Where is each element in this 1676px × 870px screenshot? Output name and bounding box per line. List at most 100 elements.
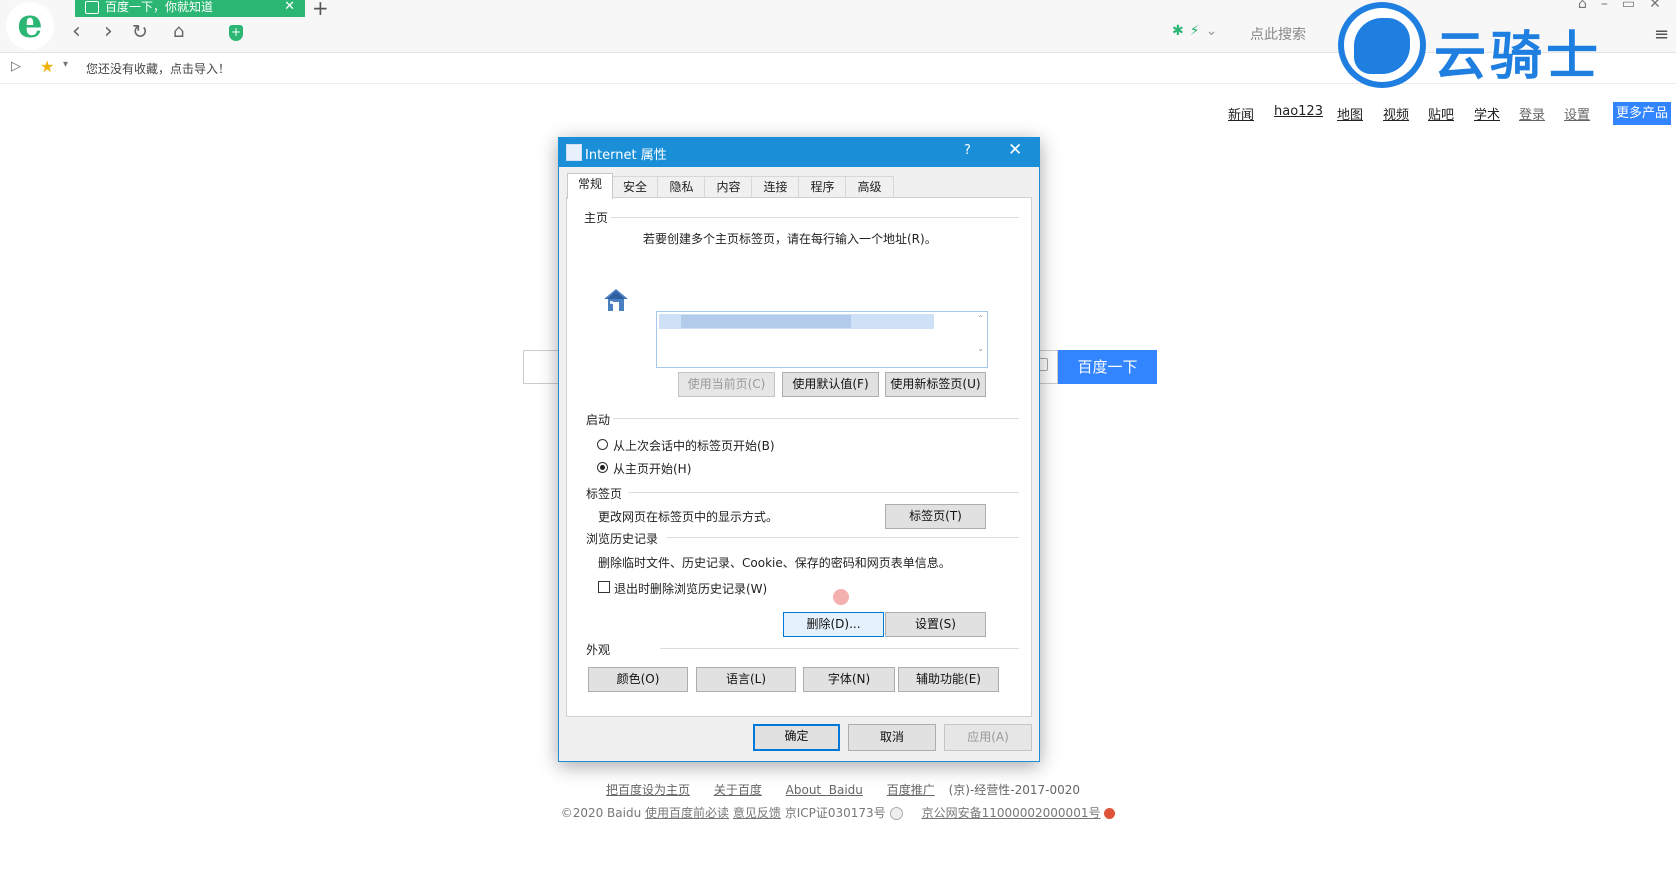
use-default-button[interactable]: 使用默认值(F): [782, 372, 879, 397]
radio-last-session[interactable]: [597, 439, 608, 450]
colors-button[interactable]: 颜色(O): [588, 667, 688, 692]
internet-options-icon: [566, 144, 582, 161]
history-settings-button[interactable]: 设置(S): [885, 612, 986, 637]
location-pin-icon: [889, 807, 903, 820]
footer-link-feedback[interactable]: 意见反馈: [733, 806, 781, 820]
delete-on-exit-label[interactable]: 退出时删除浏览历史记录(W): [614, 580, 767, 597]
favorites-star-icon[interactable]: ★: [40, 57, 54, 76]
footer-link-about-en[interactable]: About Baidu: [786, 783, 863, 797]
police-record-link[interactable]: 京公网安备11000002000001号: [922, 806, 1101, 820]
mouse-cursor-indicator: [833, 589, 849, 605]
delete-history-button[interactable]: 删除(D)...: [783, 612, 884, 637]
help-icon[interactable]: ?: [964, 143, 971, 158]
bookmarks-bar: ▷ ★ ▾ 您还没有收藏，点击导入！: [0, 53, 1676, 84]
appearance-heading: 外观: [586, 643, 611, 657]
toolbar-right-icons: ✱ ⚡ ⌄: [1172, 23, 1223, 39]
textarea-scrollbar[interactable]: ⌃ ⌄: [977, 314, 984, 354]
tab-title: 百度一下，你就知道: [105, 0, 214, 14]
footer-link-set-homepage[interactable]: 把百度设为主页: [606, 783, 690, 797]
use-new-tab-button[interactable]: 使用新标签页(U): [885, 372, 986, 397]
home-tab-icon: [85, 1, 99, 14]
home-icon[interactable]: ⌂: [173, 20, 184, 44]
nav-link-map[interactable]: 地图: [1337, 104, 1363, 123]
reload-icon[interactable]: ↻: [132, 20, 148, 44]
dialog-title: Internet 属性: [585, 148, 667, 163]
section-divider: [667, 537, 1019, 538]
general-tab-panel: 主页 若要创建多个主页标签页，请在每行输入一个地址(R)。 ⌃ ⌄ 使用当前页(C…: [566, 197, 1032, 717]
use-current-button[interactable]: 使用当前页(C): [678, 372, 775, 397]
homepage-description: 若要创建多个主页标签页，请在每行输入一个地址(R)。: [643, 232, 937, 246]
ok-button[interactable]: 确定: [753, 724, 840, 751]
sidebar-toggle-icon[interactable]: ▷: [11, 59, 21, 74]
tab-privacy[interactable]: 隐私: [657, 176, 706, 198]
forward-icon[interactable]: ›: [104, 20, 113, 44]
footer-link-promotion[interactable]: 百度推广: [887, 783, 935, 797]
favorites-caret-icon[interactable]: ▾: [63, 59, 68, 70]
bolt-icon[interactable]: ⚡: [1190, 23, 1200, 39]
security-shield-icon[interactable]: +: [229, 25, 243, 41]
tab-connections[interactable]: 连接: [751, 176, 800, 198]
radio-homepage[interactable]: [597, 462, 608, 473]
footer-copyright: ©2020 Baidu 使用百度前必读 意见反馈 京ICP证030173号 京公…: [0, 804, 1676, 821]
icp-text: 京ICP证030173号: [784, 806, 886, 820]
bookmarks-empty-text[interactable]: 您还没有收藏，点击导入！: [86, 60, 230, 77]
homepage-url-textarea[interactable]: ⌃ ⌄: [656, 311, 988, 368]
baidu-search-button[interactable]: 百度一下: [1058, 350, 1157, 384]
nav-link-news[interactable]: 新闻: [1228, 104, 1254, 123]
tabs-heading: 标签页: [586, 487, 623, 501]
nav-link-tieba[interactable]: 贴吧: [1428, 104, 1454, 123]
watermark-text: 云骑士: [1434, 27, 1603, 87]
languages-button[interactable]: 语言(L): [696, 667, 796, 692]
section-divider: [613, 418, 1019, 419]
window-controls[interactable]: ⌂–▭✕: [1578, 0, 1675, 12]
history-heading: 浏览历史记录: [586, 532, 659, 546]
radio-homepage-label[interactable]: 从主页开始(H): [613, 460, 691, 477]
tab-programs[interactable]: 程序: [798, 176, 847, 198]
speed-icon[interactable]: ✱: [1172, 23, 1184, 39]
close-icon[interactable]: ✕: [1008, 140, 1022, 160]
tabs-description: 更改网页在标签页中的显示方式。: [598, 510, 779, 524]
section-divider: [660, 648, 1019, 649]
tab-general[interactable]: 常规: [567, 173, 613, 199]
accessibility-button[interactable]: 辅助功能(E): [898, 667, 999, 692]
browser-logo-icon: e: [6, 2, 54, 50]
homepage-url-selection: [659, 314, 934, 329]
tab-advanced[interactable]: 高级: [845, 176, 894, 198]
footer-link-about[interactable]: 关于百度: [714, 783, 762, 797]
menu-icon[interactable]: ≡: [1654, 24, 1669, 45]
section-divider: [628, 492, 1019, 493]
dropdown-caret-icon[interactable]: ⌄: [1206, 23, 1218, 39]
nav-link-hao123[interactable]: hao123: [1274, 104, 1323, 119]
delete-on-exit-checkbox[interactable]: [598, 581, 610, 593]
radio-last-session-label[interactable]: 从上次会话中的标签页开始(B): [613, 437, 775, 454]
history-description: 删除临时文件、历史记录、Cookie、保存的密码和网页表单信息。: [598, 556, 951, 570]
police-badge-icon: [1104, 808, 1116, 819]
nav-link-settings[interactable]: 设置: [1564, 104, 1590, 123]
nav-link-login[interactable]: 登录: [1519, 104, 1545, 123]
footer-link-terms[interactable]: 使用百度前必读: [645, 806, 729, 820]
browser-tab-active[interactable]: 百度一下，你就知道 ✕: [75, 0, 305, 17]
internet-properties-dialog: Internet 属性 ? ✕ 常规 安全 隐私 内容 连接 程序 高级 主页 …: [558, 137, 1040, 762]
toolbar-search-input[interactable]: 点此搜索: [1250, 24, 1306, 44]
tab-security[interactable]: 安全: [611, 176, 659, 198]
watermark-knight-logo: [1338, 2, 1426, 88]
apply-button[interactable]: 应用(A): [944, 724, 1032, 751]
fonts-button[interactable]: 字体(N): [803, 667, 895, 692]
homepage-heading: 主页: [584, 211, 609, 225]
tab-content[interactable]: 内容: [704, 176, 753, 198]
new-tab-button[interactable]: +: [312, 0, 329, 20]
more-products-button[interactable]: 更多产品: [1613, 102, 1671, 125]
footer-links: 把百度设为主页 关于百度 About Baidu 百度推广 (京)-经营性-20…: [0, 781, 1676, 798]
section-divider: [611, 217, 1019, 218]
dialog-titlebar[interactable]: Internet 属性 ? ✕: [559, 138, 1039, 167]
cancel-button[interactable]: 取消: [848, 724, 936, 751]
nav-link-xueshu[interactable]: 学术: [1474, 104, 1500, 123]
startup-heading: 启动: [586, 413, 611, 427]
house-icon: [604, 289, 628, 311]
copyright-text: ©2020 Baidu: [560, 806, 642, 820]
tab-close-icon[interactable]: ✕: [284, 0, 295, 14]
nav-link-video[interactable]: 视频: [1383, 104, 1409, 123]
tabs-settings-button[interactable]: 标签页(T): [885, 504, 986, 529]
back-icon[interactable]: ‹: [72, 20, 81, 44]
footer-license: (京)-经营性-2017-0020: [948, 783, 1081, 797]
